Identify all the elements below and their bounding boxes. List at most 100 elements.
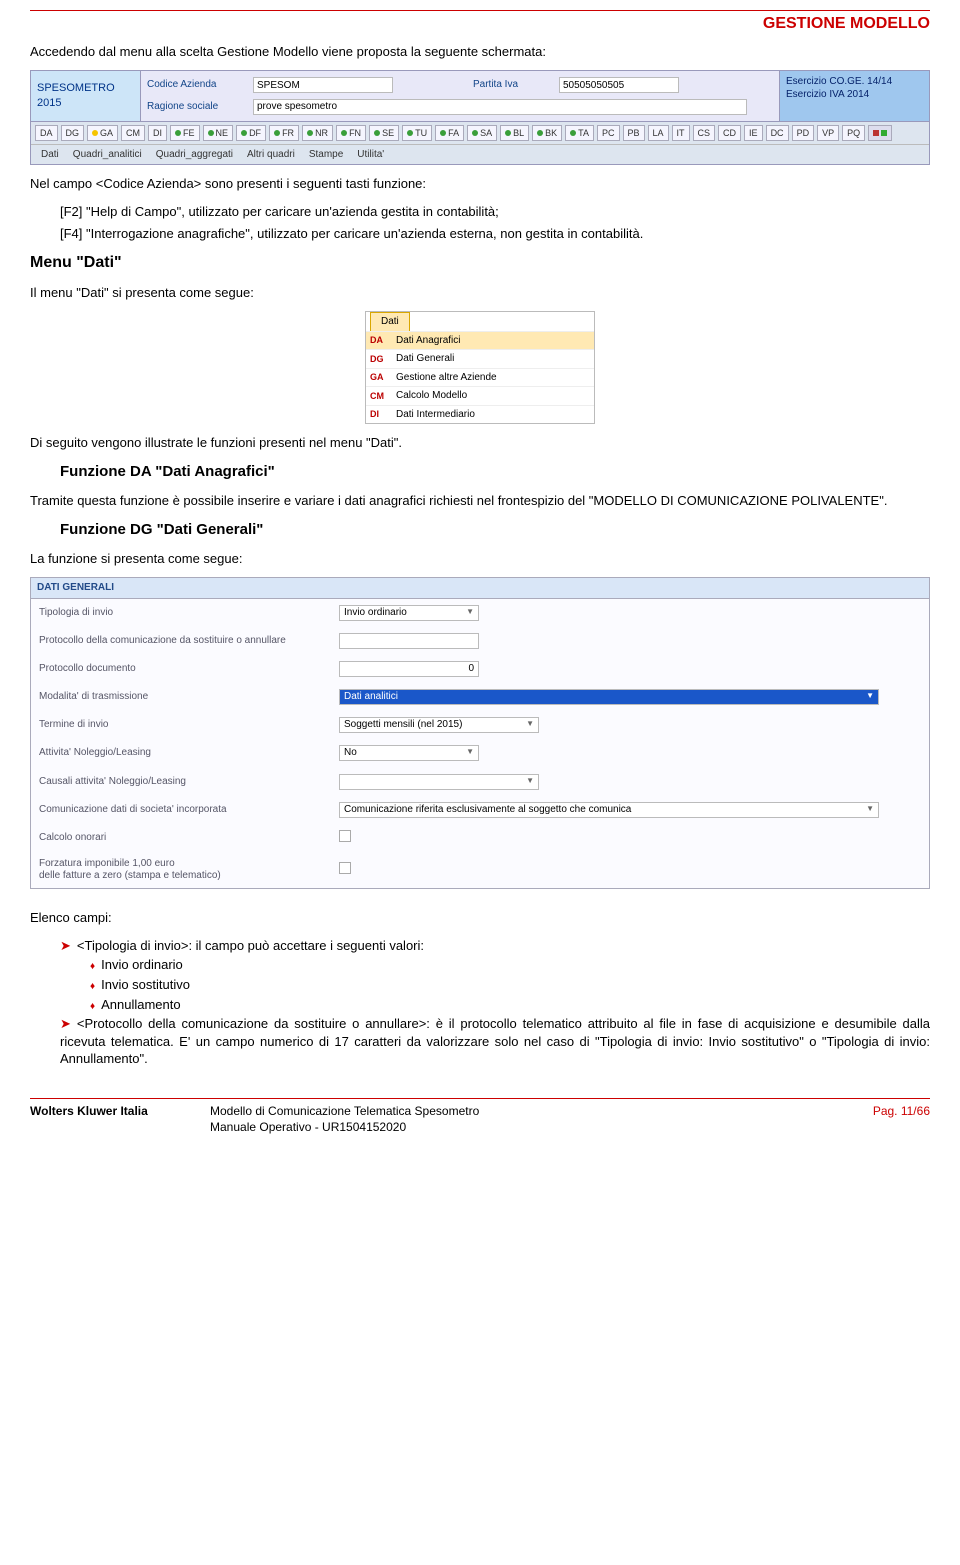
modalita-select[interactable]: Dati analitici▼ [339, 689, 879, 705]
status-dot-icon [472, 130, 478, 136]
termine-select[interactable]: Soggetti mensili (nel 2015)▼ [339, 717, 539, 733]
paragraph-indent: [F2] "Help di Campo", utilizzato per car… [60, 203, 930, 221]
label-calcolo: Calcolo onorari [39, 831, 339, 845]
list-item: Invio ordinario [90, 956, 930, 974]
tab-bar: DADGGACMDIFENEDFFRNRFNSETUFASABLBKTAPCPB… [31, 121, 929, 144]
causali-select[interactable]: ▼ [339, 774, 539, 790]
tab-it[interactable]: IT [672, 125, 690, 141]
tab-da[interactable]: DA [35, 125, 58, 141]
calcolo-checkbox[interactable] [339, 830, 351, 842]
paragraph: Nel campo <Codice Azienda> sono presenti… [30, 175, 930, 193]
tab-pd[interactable]: PD [792, 125, 815, 141]
protocollo-doc-input[interactable] [339, 661, 479, 677]
menu-stampe[interactable]: Stampe [309, 148, 343, 162]
protocollo-sost-input[interactable] [339, 633, 479, 649]
menu-item-da[interactable]: DADati Anagrafici [366, 331, 594, 350]
menu-quadri-aggregati[interactable]: Quadri_aggregati [156, 148, 233, 162]
tab-pq[interactable]: PQ [842, 125, 865, 141]
tab-nr[interactable]: NR [302, 125, 333, 141]
menu-label: Dati Generali [396, 352, 454, 366]
tab-la[interactable]: LA [648, 125, 669, 141]
list-item: Invio sostitutivo [90, 976, 930, 994]
attivita-select[interactable]: No▼ [339, 745, 479, 761]
chevron-down-icon: ▼ [866, 804, 874, 815]
screenshot-dati-menu: Dati DADati AnagraficiDGDati GeneraliGAG… [365, 311, 595, 424]
comunicazione-select[interactable]: Comunicazione riferita esclusivamente al… [339, 802, 879, 818]
status-dot-icon [440, 130, 446, 136]
tab-fr[interactable]: FR [269, 125, 299, 141]
menu-bar: Dati Quadri_analitici Quadri_aggregati Altr… [31, 144, 929, 165]
form-header: DATI GENERALI [31, 578, 929, 599]
menu-item-cm[interactable]: CMCalcolo Modello [366, 386, 594, 405]
label-protocollo-sost: Protocollo della comunicazione da sostit… [39, 634, 339, 648]
elenco-title: Elenco campi: [30, 909, 930, 927]
label-ragione-sociale: Ragione sociale [147, 100, 247, 114]
tab-di[interactable]: DI [148, 125, 167, 141]
tab-dg[interactable]: DG [61, 125, 85, 141]
menu-label: Dati Anagrafici [396, 334, 460, 348]
tab-pb[interactable]: PB [623, 125, 645, 141]
menu-label: Gestione altre Aziende [396, 371, 497, 385]
tab-cd[interactable]: CD [718, 125, 741, 141]
label-codice-azienda: Codice Azienda [147, 78, 247, 92]
status-dot-icon [274, 130, 280, 136]
label-termine: Termine di invio [39, 718, 339, 732]
menu-item-dg[interactable]: DGDati Generali [366, 349, 594, 368]
chevron-down-icon: ▼ [526, 776, 534, 787]
tab-pc[interactable]: PC [597, 125, 620, 141]
menu-tab-dati[interactable]: Dati [370, 312, 410, 331]
tab-bl[interactable]: BL [500, 125, 529, 141]
tab-fe[interactable]: FE [170, 125, 200, 141]
tab-bk[interactable]: BK [532, 125, 562, 141]
codice-azienda-input[interactable] [253, 77, 393, 93]
label-modalita: Modalita' di trasmissione [39, 690, 339, 704]
tab-df[interactable]: DF [236, 125, 266, 141]
partita-iva-input[interactable] [559, 77, 679, 93]
menu-label: Dati Intermediario [396, 408, 475, 422]
label-attivita: Attivita' Noleggio/Leasing [39, 746, 339, 760]
tab-cs[interactable]: CS [693, 125, 716, 141]
chevron-down-icon: ▼ [526, 719, 534, 730]
menu-altri-quadri[interactable]: Altri quadri [247, 148, 295, 162]
menu-label: Calcolo Modello [396, 389, 467, 403]
list-item: <Protocollo della comunicazione da sosti… [60, 1015, 930, 1068]
footer-company: Wolters Kluwer Italia [30, 1103, 210, 1135]
tab-tu[interactable]: TU [402, 125, 432, 141]
menu-item-ga[interactable]: GAGestione altre Aziende [366, 368, 594, 387]
status-dot-icon [92, 130, 98, 136]
tab-vp[interactable]: VP [817, 125, 839, 141]
app-title: SPESOMETRO 2015 [31, 71, 141, 121]
tab-ga[interactable]: GA [87, 125, 118, 141]
menu-utilita-[interactable]: Utilita' [357, 148, 384, 162]
tab-dc[interactable]: DC [766, 125, 789, 141]
menu-quadri-analitici[interactable]: Quadri_analitici [73, 148, 142, 162]
tab-fn[interactable]: FN [336, 125, 366, 141]
menu-code: DA [370, 334, 396, 346]
page-footer: Wolters Kluwer Italia Modello di Comunic… [30, 1098, 930, 1135]
paragraph: La funzione si presenta come segue: [30, 550, 930, 568]
tab-sa[interactable]: SA [467, 125, 497, 141]
tab-ie[interactable]: IE [744, 125, 763, 141]
tab-ta[interactable]: TA [565, 125, 594, 141]
tab-more-icon[interactable] [868, 125, 892, 141]
status-dot-icon [241, 130, 247, 136]
label-causali: Causali attivita' Noleggio/Leasing [39, 775, 339, 789]
heading-dg: Funzione DG "Dati Generali" [60, 520, 930, 540]
heading-da: Funzione DA "Dati Anagrafici" [60, 462, 930, 482]
tab-fa[interactable]: FA [435, 125, 464, 141]
ragione-sociale-input[interactable] [253, 99, 747, 115]
status-dot-icon [175, 130, 181, 136]
tab-cm[interactable]: CM [121, 125, 145, 141]
label-comunicazione: Comunicazione dati di societa' incorpora… [39, 803, 339, 817]
label-tipologia: Tipologia di invio [39, 606, 339, 620]
menu-dati[interactable]: Dati [41, 148, 59, 162]
tipologia-select[interactable]: Invio ordinario▼ [339, 605, 479, 621]
menu-code: GA [370, 371, 396, 383]
menu-item-di[interactable]: DIDati Intermediario [366, 405, 594, 424]
forzatura-checkbox[interactable] [339, 862, 351, 874]
status-dot-icon [341, 130, 347, 136]
status-dot-icon [537, 130, 543, 136]
tab-se[interactable]: SE [369, 125, 399, 141]
heading-menu-dati: Menu "Dati" [30, 252, 930, 274]
tab-ne[interactable]: NE [203, 125, 234, 141]
